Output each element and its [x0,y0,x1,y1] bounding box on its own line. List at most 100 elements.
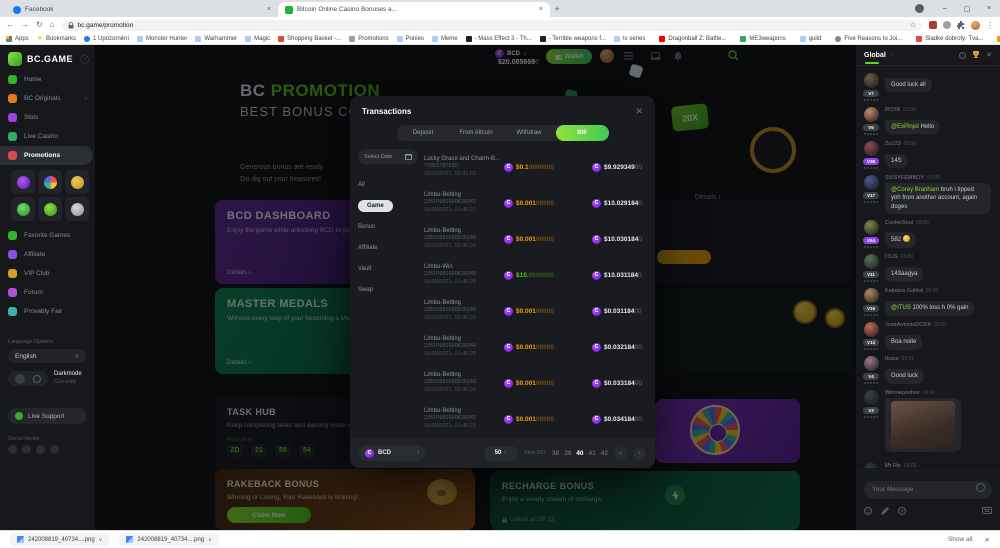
back-icon[interactable]: ← [6,21,14,29]
emoji-icon[interactable] [864,507,872,515]
avatar[interactable] [864,220,879,235]
language-select[interactable]: English ∨ [8,349,86,363]
browser-menu-icon[interactable]: ⋮ [986,21,994,30]
transaction-row[interactable]: Limbo-Betting2351098169083024716/09/2021… [424,185,645,221]
avatar[interactable] [864,390,879,405]
bookmark-item[interactable]: - Terrible weapons f... [540,36,606,42]
menu-item-all[interactable]: All [358,174,424,195]
promo-tile-3[interactable] [65,170,89,194]
avatar[interactable] [864,73,879,88]
bookmark-item[interactable]: Promotions [349,36,388,42]
social-icon[interactable] [50,445,59,454]
bookmark-item[interactable]: ★Bookmarks [37,36,76,42]
avatar[interactable] [864,322,879,337]
select-date-filter[interactable]: Select Date [358,149,418,164]
menu-item-game[interactable]: Game [358,195,424,216]
keyboard-icon[interactable] [982,507,992,514]
new-tab-button[interactable]: + [550,2,564,17]
page-number-41[interactable]: 41 [589,450,596,457]
bookmark-item[interactable]: Magic [245,36,270,42]
coin-tip-icon[interactable]: ¢ [898,507,906,515]
sidebar-item-promotions[interactable]: Promotions [0,146,93,165]
chat-message-input[interactable] [864,481,992,499]
chat-bubble[interactable]: 582 [885,232,916,247]
social-icon[interactable] [8,445,17,454]
page-number-40[interactable]: 40 [576,450,583,457]
promo-tile-2[interactable] [38,170,62,194]
chevron-down-icon[interactable]: ∨ [208,537,212,543]
sidebar-collapse-button[interactable]: ‹ [80,55,89,64]
page-number-42[interactable]: 42 [601,450,608,457]
chat-close-icon[interactable]: ✕ [986,51,992,59]
sidebar-item-favorite-games[interactable]: Favorite Games [0,226,95,245]
download-item[interactable]: 242008819_40734....png∨ [10,533,109,546]
show-all-link[interactable]: Show all [948,536,973,543]
modal-tab-bill[interactable]: Bill [556,125,609,141]
avatar[interactable] [864,141,879,156]
bookmark-item[interactable]: Warhammer [195,36,237,42]
maximize-button[interactable]: ▢ [956,5,978,13]
bookmark-item[interactable]: Monster Hunter [137,36,187,42]
address-bar[interactable]: bc.game/promotion ☆ [62,20,922,31]
bookmark-item[interactable]: guild [800,36,822,42]
avatar[interactable] [864,175,879,190]
sidebar-item-slots[interactable]: Slots [0,108,95,127]
prev-page-button[interactable]: ‹ [614,447,627,460]
avatar[interactable] [864,463,879,468]
transaction-row[interactable]: Limbo-Betting2351098169083024516/09/2021… [424,293,645,329]
tab-close-icon[interactable]: × [267,6,271,13]
shelf-close-icon[interactable]: ✕ [985,536,990,544]
transaction-row[interactable]: Limbo-Betting2351098169083024416/09/2021… [424,329,645,365]
browser-tab-facebook[interactable]: Facebook × [6,2,278,17]
transaction-row[interactable]: Limbo-Win2351098169083024516/09/2021, 01… [424,257,645,293]
menu-item-swap[interactable]: Swap [358,279,424,300]
promo-tile-6[interactable] [65,197,89,221]
transaction-row[interactable]: Limbo-Betting2351098169083024216/09/2021… [424,401,645,437]
sidebar-item-bc-originals[interactable]: BC Originals› [0,89,95,108]
chat-bubble[interactable]: 14S [885,154,908,168]
darkmode-toggle[interactable] [8,371,48,386]
forward-icon[interactable]: → [21,21,29,29]
extension-icon[interactable] [943,21,951,29]
chat-bubble[interactable]: @ITUS 100% loss h 0% gain [885,301,974,315]
modal-tab-from-altcoin[interactable]: From Altcoin [450,125,503,141]
chat-rules-icon[interactable]: i [959,52,966,59]
sidebar-item-provably-fair[interactable]: Provably Fair [0,302,95,321]
avatar[interactable] [864,288,879,303]
puzzle-extensions-icon[interactable] [957,21,965,29]
chat-bubble[interactable]: @ExPinjol Hello [885,120,940,134]
bookmark-item[interactable]: ME3weapons [740,36,785,42]
sidebar-item-live-casino[interactable]: Live Casino [0,127,95,146]
home-icon[interactable]: ⌂ [50,21,55,29]
bookmark-item[interactable]: Shopping Basket -... [278,36,341,42]
tab-close-icon[interactable]: × [539,6,543,13]
page-number-39[interactable]: 39 [564,450,571,457]
close-icon[interactable]: ✕ [635,106,643,117]
social-icon[interactable] [22,445,31,454]
chat-tab-global[interactable]: Global [864,52,886,59]
transaction-row[interactable]: Limbo-Betting2351098169083024616/09/2021… [424,221,645,257]
sidebar-item-vip-club[interactable]: VIP Club [0,264,95,283]
page-number-38[interactable]: 38 [552,450,559,457]
avatar[interactable] [864,107,879,122]
bookmark-item[interactable]: Five Reasons to Joi... [835,36,902,42]
promo-tile-4[interactable] [11,197,35,221]
browser-profile-avatar[interactable] [971,21,980,30]
bookmark-star-icon[interactable]: ☆ [910,21,916,29]
avatar[interactable] [864,356,879,371]
chat-bubble[interactable]: Good luck all [885,78,932,92]
reload-icon[interactable]: ↻ [36,21,43,29]
trophy-icon[interactable] [972,51,980,59]
chat-bubble[interactable]: Boa noite [885,335,922,349]
menu-item-affiliate[interactable]: Affiliate [358,237,424,258]
chat-bubble[interactable]: @Corey Branham bruh i tipped yoh from an… [885,183,991,214]
bcgame-logo-text[interactable]: BC.GAME [27,54,73,64]
transaction-row[interactable]: Limbo-Betting2351098169083024316/09/2021… [424,365,645,401]
extension-icon[interactable] [929,21,937,29]
bookmark-item[interactable]: - Mass Effect 3 - Th... [466,36,532,42]
currency-filter[interactable]: C BCD › [359,445,425,461]
menu-item-bonus[interactable]: Bonus [358,216,424,237]
menu-item-vault[interactable]: Vault [358,258,424,279]
live-support-button[interactable]: Live Support [8,408,87,424]
send-icon[interactable] [976,483,985,492]
